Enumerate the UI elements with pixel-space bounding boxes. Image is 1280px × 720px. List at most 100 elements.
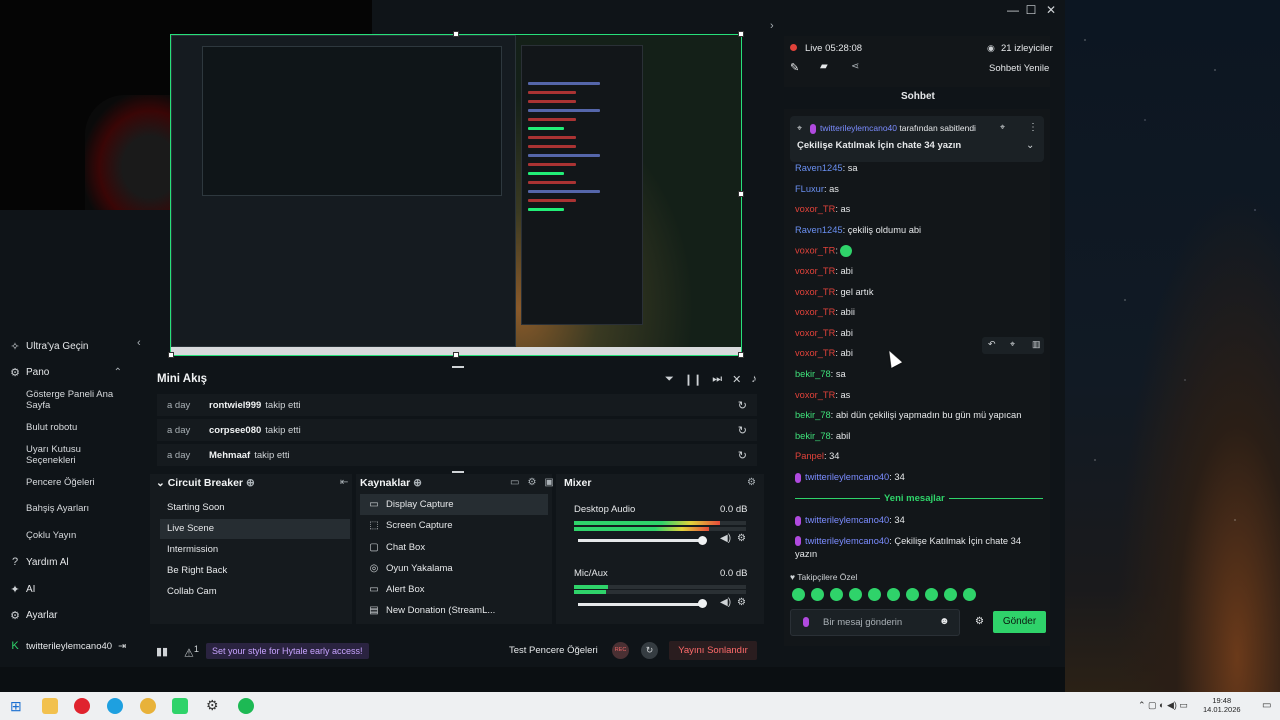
skip-icon[interactable]: ⏭ (712, 373, 722, 386)
edge-icon[interactable] (107, 698, 123, 714)
refresh-chat-button[interactable]: Sohbeti Yenile (989, 63, 1049, 74)
pin-icon[interactable]: ⌖ (1010, 339, 1015, 350)
collapse-right-icon[interactable]: › (770, 20, 774, 32)
replay-icon[interactable]: ↻ (738, 449, 747, 462)
chat-username[interactable]: voxor_TR (795, 348, 835, 358)
emote-icon[interactable] (849, 588, 862, 601)
replay-icon[interactable]: ↻ (738, 424, 747, 437)
sidebar-item-help[interactable]: ? Yardım Al (10, 556, 69, 568)
clock[interactable]: 19:48 14.01.2026 (1203, 696, 1241, 714)
more-icon[interactable]: ⋮ (1028, 122, 1038, 133)
chat-username[interactable]: FLuxur (795, 184, 824, 194)
sidebar-item-settings[interactable]: ⚙ Ayarlar (10, 609, 57, 622)
sidebar-item-pano[interactable]: ⚙ Pano ⌃ (10, 366, 122, 379)
scene-item[interactable]: Starting Soon (160, 498, 350, 518)
volume-knob[interactable] (698, 599, 707, 608)
drag-handle[interactable] (452, 366, 464, 368)
volume-slider[interactable] (578, 539, 706, 542)
maximize-button[interactable]: ☐ (1021, 3, 1041, 17)
tab-chat[interactable]: Sohbet (901, 91, 935, 102)
scene-collection-title[interactable]: ⌄ Circuit Breaker ⊕ (156, 477, 255, 489)
emote-icon[interactable] (887, 588, 900, 601)
send-button[interactable]: Gönder (993, 611, 1046, 633)
source-item[interactable]: ⬚ Screen Capture (360, 515, 548, 536)
filter-icon[interactable]: ⏷ (665, 373, 674, 386)
share-icon[interactable]: ⋖ (851, 61, 859, 72)
emote-icon[interactable] (811, 588, 824, 601)
emote-icon[interactable] (963, 588, 976, 601)
sidebar-sub-item[interactable]: Bahşiş Ayarları (26, 503, 126, 514)
emote-icon[interactable] (868, 588, 881, 601)
resize-handle[interactable] (738, 352, 744, 358)
scene-item[interactable]: Live Scene (160, 519, 350, 539)
mixer-settings-icon[interactable]: ⚙ (747, 477, 756, 488)
record-button[interactable]: REC (612, 642, 629, 659)
pause-icon[interactable]: ❙❙ (684, 373, 702, 386)
source-image-icon[interactable]: ▣ (544, 477, 553, 488)
chat-username[interactable]: voxor_TR (795, 390, 835, 400)
clip-icon[interactable]: ▰ (820, 61, 828, 72)
chat-username[interactable]: bekir_78 (795, 369, 831, 379)
pin-icon[interactable]: ⌖ (1000, 122, 1005, 133)
replay-buffer-button[interactable]: ↻ (641, 642, 658, 659)
resize-handle[interactable] (453, 31, 459, 37)
emote-icon[interactable] (830, 588, 843, 601)
chat-username[interactable]: Raven1245 (795, 163, 843, 173)
delete-icon[interactable]: ▥ (1032, 339, 1041, 350)
promo-link[interactable]: Set your style for Hytale early access! (206, 643, 369, 659)
chat-username[interactable]: bekir_78 (795, 410, 831, 420)
edit-icon[interactable]: ✎ (790, 61, 799, 74)
source-item[interactable]: ▢ Chat Box (360, 537, 548, 558)
drag-handle[interactable] (452, 471, 464, 473)
tray-icons[interactable]: ⌃ ▢ ◐ ◀) ▭ (1138, 700, 1188, 711)
chat-username[interactable]: bekir_78 (795, 431, 831, 441)
chat-username[interactable]: twitterileylemcano40 (805, 472, 889, 482)
chat-username[interactable]: voxor_TR (795, 204, 835, 214)
notifications-icon[interactable]: ⚠1 (184, 644, 199, 660)
folder-icon[interactable]: ▭ (510, 477, 519, 488)
emote-icon[interactable] (906, 588, 919, 601)
chrome-icon[interactable] (140, 698, 156, 714)
sidebar-account[interactable]: Ktwitterileylemcano40 ⇥ (10, 640, 126, 652)
streamlabs-icon[interactable] (172, 698, 188, 714)
source-item[interactable]: ◎ Oyun Yakalama (360, 558, 548, 579)
scene-canvas[interactable] (170, 34, 742, 356)
reply-icon[interactable]: ↶ (988, 339, 996, 350)
volume-knob[interactable] (698, 536, 707, 545)
close-button[interactable]: ✕ (1041, 3, 1061, 17)
resize-handle[interactable] (453, 352, 459, 358)
chat-username[interactable]: voxor_TR (795, 307, 835, 317)
notification-center-icon[interactable]: ▭ (1262, 700, 1271, 711)
speaker-icon[interactable]: ◀) (720, 533, 731, 544)
chat-username[interactable]: voxor_TR (795, 328, 835, 338)
replay-icon[interactable]: ↻ (738, 399, 747, 412)
volume-slider[interactable] (578, 603, 706, 606)
chat-settings-icon[interactable]: ⚙ (975, 616, 984, 627)
source-item[interactable]: ▭ Alert Box (360, 579, 548, 600)
emote-icon[interactable] (944, 588, 957, 601)
emote-icon[interactable] (925, 588, 938, 601)
resize-handle[interactable] (738, 31, 744, 37)
sidebar-sub-item[interactable]: Pencere Öğeleri (26, 477, 126, 488)
collapse-left-icon[interactable]: ‹ (137, 337, 141, 349)
chat-username[interactable]: voxor_TR (795, 287, 835, 297)
chevron-down-icon[interactable]: ⌄ (1026, 140, 1034, 151)
test-widgets-button[interactable]: Test Pencere Öğeleri (509, 645, 598, 656)
source-item[interactable]: ▭ Display Capture (360, 494, 548, 515)
mute-alerts-icon[interactable]: ✕ (732, 373, 741, 386)
start-icon[interactable]: ⊞ (10, 698, 22, 715)
scene-item[interactable]: Intermission (160, 540, 350, 560)
sidebar-sub-item[interactable]: Uyarı Kutusu Seçenekleri (26, 444, 126, 466)
chat-username[interactable]: Raven1245 (795, 225, 843, 235)
chat-username[interactable]: voxor_TR (795, 246, 835, 256)
resize-handle[interactable] (168, 352, 174, 358)
resize-handle[interactable] (738, 191, 744, 197)
spotify-icon[interactable] (238, 698, 254, 714)
sidebar-sub-item[interactable]: Bulut robotu (26, 422, 126, 433)
opera-icon[interactable] (74, 698, 90, 714)
end-stream-button[interactable]: Yayını Sonlandır (669, 641, 757, 660)
gear-icon[interactable]: ⚙ (737, 597, 746, 608)
settings-icon[interactable]: ⚙ (206, 697, 219, 714)
emoji-icon[interactable]: ☻ (939, 616, 950, 627)
speaker-icon[interactable]: ◀) (720, 597, 731, 608)
